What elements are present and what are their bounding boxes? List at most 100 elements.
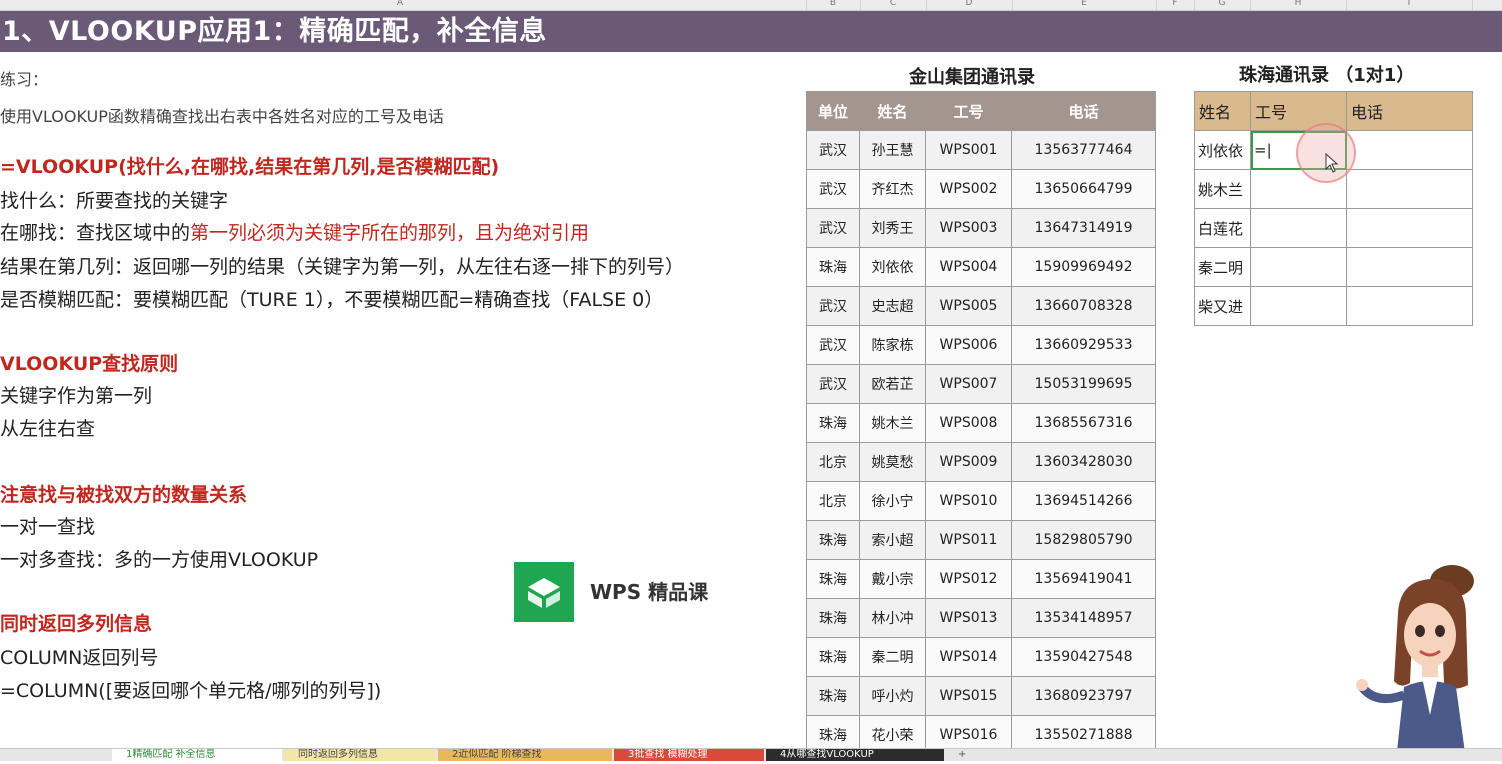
- cell-unit[interactable]: 珠海: [806, 598, 860, 638]
- cell-unit[interactable]: 珠海: [806, 676, 860, 716]
- zh-cell-name[interactable]: 白莲花: [1194, 208, 1251, 248]
- column-letter-f[interactable]: F: [1172, 0, 1177, 8]
- cell-name[interactable]: 齐红杰: [859, 169, 926, 209]
- sheet-tab-multi-column[interactable]: 同时返回多列信息: [284, 749, 436, 761]
- column-letter-c[interactable]: C: [890, 0, 896, 8]
- cell-phone[interactable]: 13660708328: [1011, 286, 1156, 326]
- quantity-heading[interactable]: 注意找与被找双方的数量关系: [0, 480, 247, 507]
- zh-cell-id[interactable]: [1250, 208, 1347, 248]
- zh-header-name[interactable]: 姓名: [1194, 91, 1251, 131]
- column-letter-d[interactable]: D: [966, 0, 973, 8]
- cell-name[interactable]: 陈家栋: [859, 325, 926, 365]
- cell-unit[interactable]: 珠海: [806, 403, 860, 443]
- cell-phone[interactable]: 13534148957: [1011, 598, 1156, 638]
- cell-unit[interactable]: 珠海: [806, 520, 860, 560]
- cell-phone[interactable]: 13647314919: [1011, 208, 1156, 248]
- zh-cell-id[interactable]: [1250, 286, 1347, 326]
- cell-id[interactable]: WPS006: [925, 325, 1012, 365]
- cell-unit[interactable]: 武汉: [806, 208, 860, 248]
- column-letter-b[interactable]: B: [830, 0, 836, 8]
- cell-phone[interactable]: 15909969492: [1011, 247, 1156, 287]
- cell-id[interactable]: WPS010: [925, 481, 1012, 521]
- sheet-tab-where-lookup[interactable]: 4从哪查找VLOOKUP: [766, 749, 944, 761]
- header-id[interactable]: 工号: [925, 91, 1012, 131]
- find-what-text[interactable]: 找什么：所要查找的关键字: [0, 186, 228, 213]
- column-letter-g[interactable]: G: [1219, 0, 1226, 8]
- cell-phone[interactable]: 13603428030: [1011, 442, 1156, 482]
- cell-phone[interactable]: 13563777464: [1011, 130, 1156, 170]
- cell-name[interactable]: 林小冲: [859, 598, 926, 638]
- cell-name[interactable]: 刘依依: [859, 247, 926, 287]
- cell-id[interactable]: WPS012: [925, 559, 1012, 599]
- cell-unit[interactable]: 珠海: [806, 637, 860, 677]
- cell-name[interactable]: 索小超: [859, 520, 926, 560]
- zh-header-phone[interactable]: 电话: [1346, 91, 1473, 131]
- cell-unit[interactable]: 武汉: [806, 286, 860, 326]
- multi-column-line-1[interactable]: COLUMN返回列号: [0, 643, 158, 670]
- cell-phone[interactable]: 13650664799: [1011, 169, 1156, 209]
- cell-id[interactable]: WPS011: [925, 520, 1012, 560]
- cell-phone[interactable]: 13680923797: [1011, 676, 1156, 716]
- cell-unit[interactable]: 北京: [806, 442, 860, 482]
- cell-name[interactable]: 姚莫愁: [859, 442, 926, 482]
- cell-id[interactable]: WPS014: [925, 637, 1012, 677]
- which-column-text[interactable]: 结果在第几列：返回哪一列的结果（关键字为第一列，从左往右逐一排下的列号）: [0, 252, 684, 279]
- cell-name[interactable]: 徐小宁: [859, 481, 926, 521]
- quantity-line-1[interactable]: 一对一查找: [0, 512, 95, 539]
- zh-cell-phone[interactable]: [1346, 169, 1473, 209]
- cell-name[interactable]: 呼小灼: [859, 676, 926, 716]
- zhuhai-table-title[interactable]: 珠海通讯录 （1对1）: [1239, 61, 1414, 87]
- zh-cell-phone[interactable]: [1346, 208, 1473, 248]
- sheet-tab-fuzzy[interactable]: 3批查找 模糊处理: [614, 749, 764, 761]
- header-name[interactable]: 姓名: [859, 91, 926, 131]
- column-letter-a[interactable]: A: [397, 0, 403, 8]
- cell-id[interactable]: WPS005: [925, 286, 1012, 326]
- sheet-tab-exact-match[interactable]: 1精确匹配 补全信息: [112, 749, 282, 761]
- cell-id[interactable]: WPS003: [925, 208, 1012, 248]
- cell-phone[interactable]: 13660929533: [1011, 325, 1156, 365]
- cell-id[interactable]: WPS004: [925, 247, 1012, 287]
- vlookup-formula[interactable]: =VLOOKUP(找什么,在哪找,结果在第几列,是否模糊匹配): [0, 152, 499, 179]
- practice-text[interactable]: 使用VLOOKUP函数精确查找出右表中各姓名对应的工号及电话: [0, 103, 444, 127]
- cell-name[interactable]: 戴小宗: [859, 559, 926, 599]
- cell-name[interactable]: 史志超: [859, 286, 926, 326]
- cell-id[interactable]: WPS008: [925, 403, 1012, 443]
- cell-unit[interactable]: 武汉: [806, 325, 860, 365]
- cell-id[interactable]: WPS002: [925, 169, 1012, 209]
- where-text[interactable]: 在哪找：查找区域中的第一列必须为关键字所在的那列，且为绝对引用: [0, 218, 589, 245]
- cell-id[interactable]: WPS015: [925, 676, 1012, 716]
- cell-name[interactable]: 秦二明: [859, 637, 926, 677]
- cell-unit[interactable]: 武汉: [806, 364, 860, 404]
- multi-column-heading[interactable]: 同时返回多列信息: [0, 609, 152, 636]
- zh-cell-name[interactable]: 刘依依: [1194, 130, 1251, 170]
- zh-cell-name[interactable]: 秦二明: [1194, 247, 1251, 287]
- zh-cell-phone[interactable]: [1346, 130, 1473, 170]
- zh-cell-id[interactable]: [1250, 247, 1347, 287]
- zh-cell-phone[interactable]: [1346, 247, 1473, 287]
- cell-phone[interactable]: 13694514266: [1011, 481, 1156, 521]
- column-letter-e[interactable]: E: [1081, 0, 1087, 8]
- cell-unit[interactable]: 武汉: [806, 169, 860, 209]
- cell-phone[interactable]: 13569419041: [1011, 559, 1156, 599]
- cell-name[interactable]: 刘秀王: [859, 208, 926, 248]
- cell-id[interactable]: WPS009: [925, 442, 1012, 482]
- zh-cell-name[interactable]: 姚木兰: [1194, 169, 1251, 209]
- add-sheet-button[interactable]: +: [952, 749, 974, 761]
- principle-line-1[interactable]: 关键字作为第一列: [0, 381, 152, 408]
- practice-label[interactable]: 练习：: [0, 66, 48, 90]
- cell-unit[interactable]: 武汉: [806, 130, 860, 170]
- zh-cell-name[interactable]: 柴又进: [1194, 286, 1251, 326]
- column-letter-i[interactable]: I: [1408, 0, 1411, 8]
- zh-cell-phone[interactable]: [1346, 286, 1473, 326]
- cell-name[interactable]: 姚木兰: [859, 403, 926, 443]
- header-unit[interactable]: 单位: [806, 91, 860, 131]
- column-letter-h[interactable]: H: [1295, 0, 1302, 8]
- cell-id[interactable]: WPS001: [925, 130, 1012, 170]
- cell-id[interactable]: WPS007: [925, 364, 1012, 404]
- cell-unit[interactable]: 北京: [806, 481, 860, 521]
- cell-name[interactable]: 孙王慧: [859, 130, 926, 170]
- cell-phone[interactable]: 15829805790: [1011, 520, 1156, 560]
- header-phone[interactable]: 电话: [1011, 91, 1156, 131]
- multi-column-line-2[interactable]: =COLUMN([要返回哪个单元格/哪列的列号]): [0, 676, 381, 703]
- cell-id[interactable]: WPS013: [925, 598, 1012, 638]
